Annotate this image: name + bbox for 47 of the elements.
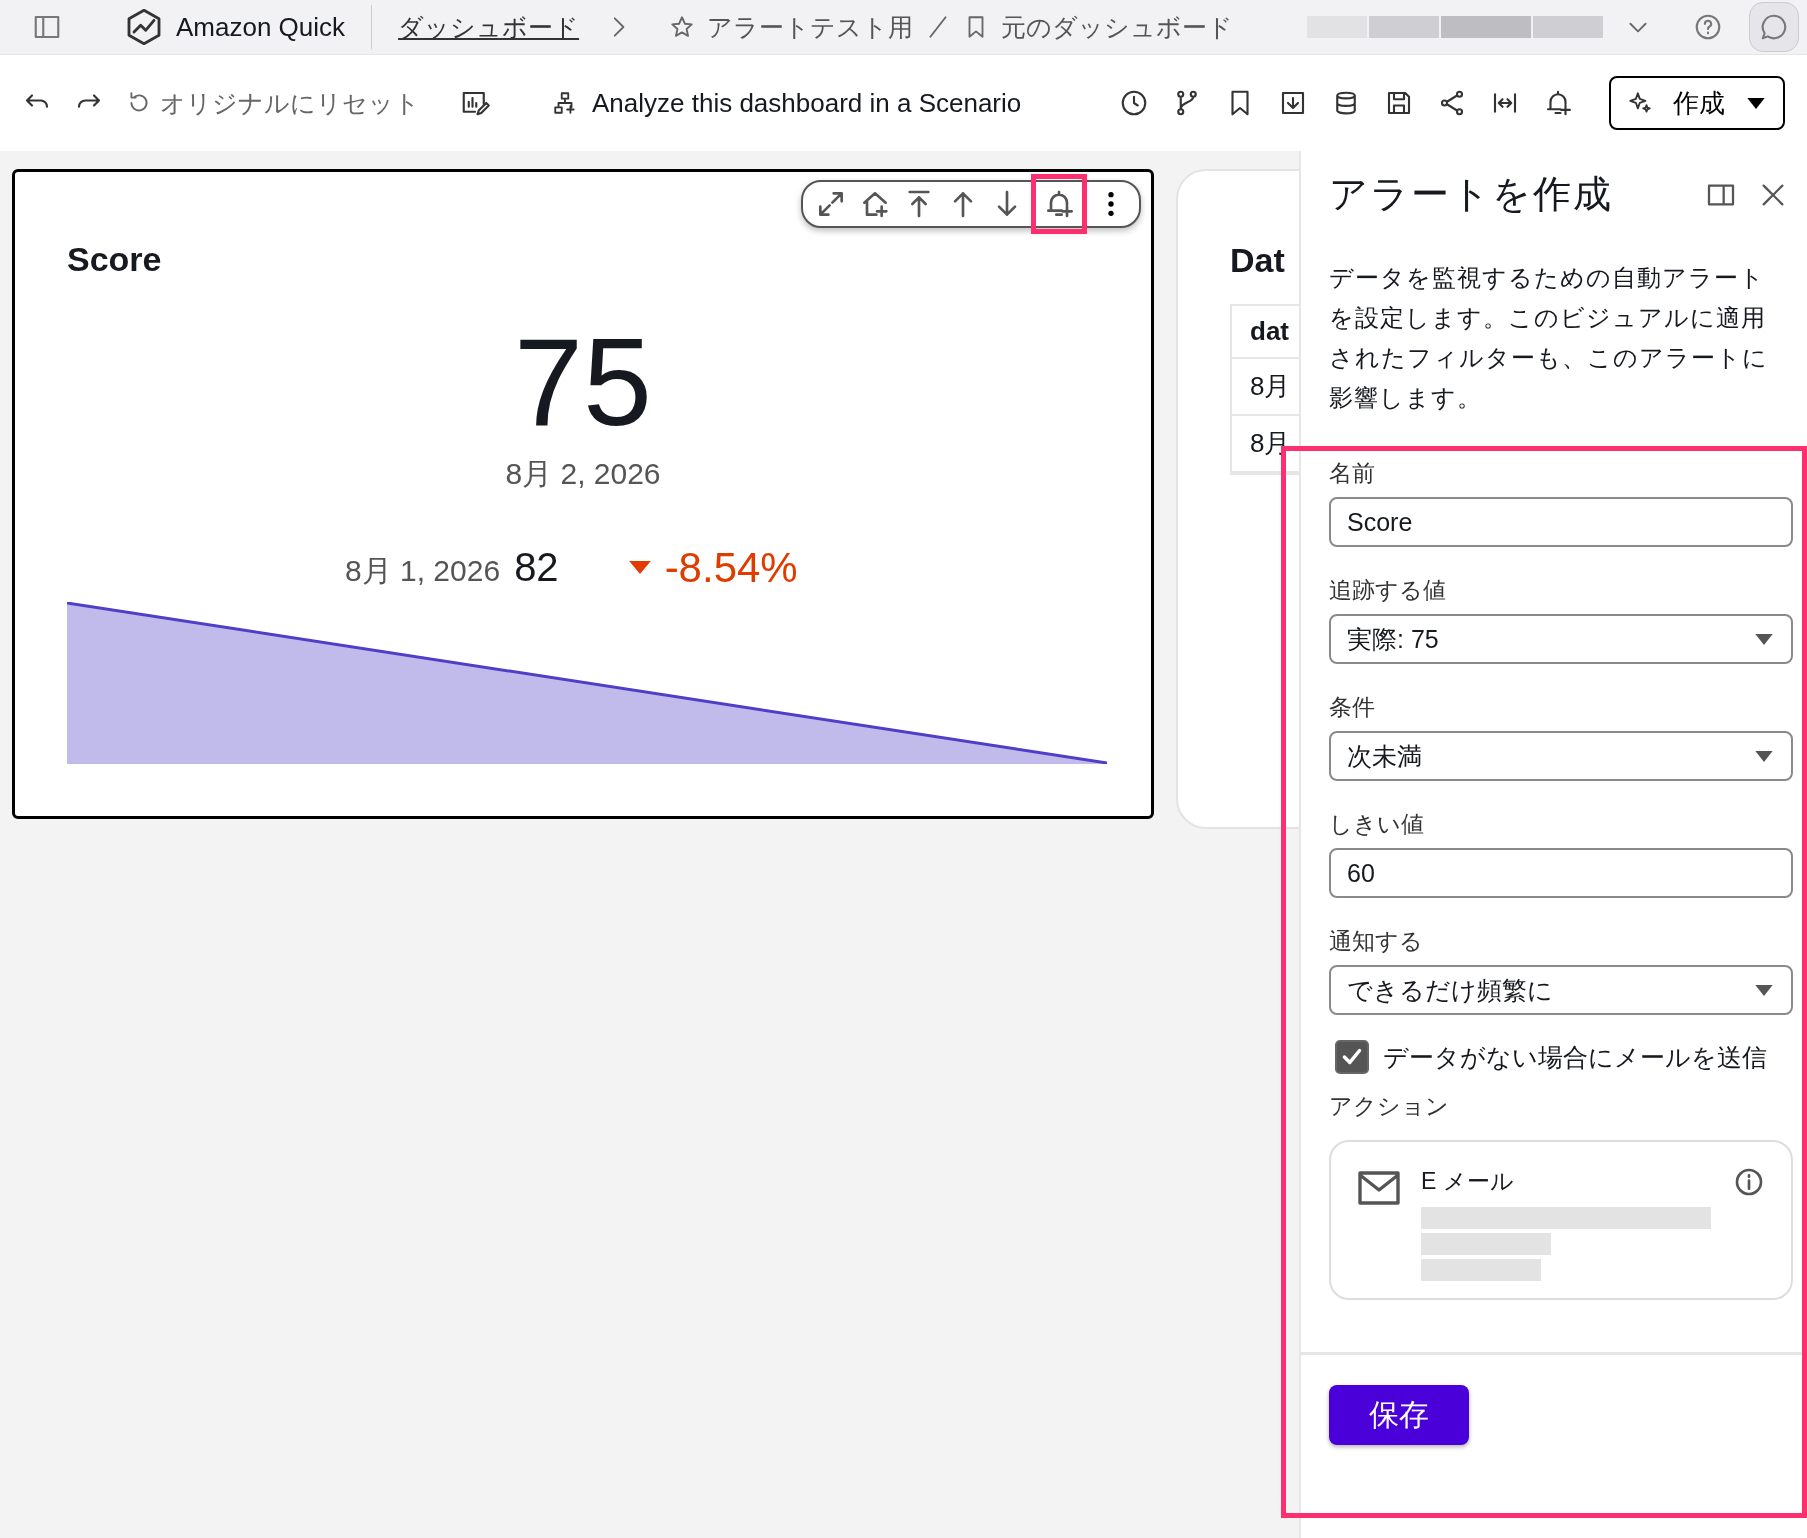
comparison-value: 82 bbox=[514, 545, 559, 590]
comparison-date: 8月 1, 2026 bbox=[345, 553, 501, 589]
input-field[interactable]: Score bbox=[1329, 497, 1793, 547]
visual-title: Dat bbox=[1230, 241, 1286, 280]
chat-bubble-icon bbox=[1759, 12, 1789, 42]
field-label: 追跡する値 bbox=[1329, 576, 1447, 605]
source-dashboard-label[interactable]: 元のダッシュボード bbox=[1001, 10, 1234, 44]
highlight-frame bbox=[1031, 174, 1087, 234]
kpi-date: 8月 2, 2026 bbox=[504, 456, 662, 492]
clock-icon[interactable] bbox=[1119, 88, 1149, 118]
product-name: Amazon Quick bbox=[176, 11, 346, 43]
caret-icon bbox=[1753, 749, 1775, 763]
create-button[interactable]: 作成 bbox=[1609, 76, 1785, 130]
triangle-down-icon bbox=[628, 561, 651, 574]
chat-button[interactable] bbox=[1749, 2, 1799, 52]
field-label: しきい値 bbox=[1329, 810, 1425, 839]
dropdown[interactable]: できるだけ頻繁に bbox=[1329, 965, 1793, 1015]
caret-icon bbox=[1753, 983, 1775, 997]
visual-title: Score bbox=[67, 240, 162, 279]
email-action-card[interactable]: E メール bbox=[1329, 1140, 1793, 1300]
dashboard-title: アラートテスト用 bbox=[707, 11, 914, 43]
dropdown[interactable]: 次未満 bbox=[1329, 731, 1793, 781]
caret-icon bbox=[1753, 632, 1775, 646]
checkbox[interactable] bbox=[1335, 1040, 1369, 1074]
panel-title: アラートを作成 bbox=[1329, 172, 1614, 217]
panel-description: データを監視するための自動アラートを設定します。このビジュアルに適用されたフィルターも、このアラートに影響します。 bbox=[1329, 263, 1769, 413]
input-field[interactable]: 60 bbox=[1329, 848, 1793, 898]
field-label: 通知する bbox=[1329, 927, 1424, 956]
kpi-value: 75 bbox=[513, 320, 653, 444]
kpi-card[interactable]: Score 75 8月 2, 2026 8月 1, 2026 82 -8.54% bbox=[12, 169, 1154, 819]
scenario-button[interactable]: Analyze this dashboard in a Scenario bbox=[552, 87, 1022, 119]
dropdown[interactable]: 実際: 75 bbox=[1329, 614, 1793, 664]
envelope-icon bbox=[1357, 1170, 1401, 1206]
hierarchy-icon bbox=[552, 90, 578, 116]
field-label: 名前 bbox=[1329, 459, 1376, 488]
section-label: アクション bbox=[1329, 1092, 1450, 1121]
info-icon[interactable] bbox=[1733, 1166, 1765, 1198]
action-title: E メール bbox=[1421, 1167, 1515, 1196]
sparkle-icon bbox=[1627, 90, 1653, 116]
breadcrumb-link[interactable]: ダッシュボード bbox=[398, 10, 580, 44]
percent-change: -8.54% bbox=[664, 543, 798, 592]
help-icon[interactable] bbox=[1693, 12, 1723, 42]
star-icon[interactable] bbox=[669, 14, 696, 40]
caret-icon bbox=[1745, 96, 1767, 110]
checkbox-label[interactable]: データがない場合にメールを送信 bbox=[1383, 1037, 1767, 1077]
save-button[interactable]: 保存 bbox=[1329, 1385, 1469, 1445]
field-label: 条件 bbox=[1329, 693, 1376, 722]
